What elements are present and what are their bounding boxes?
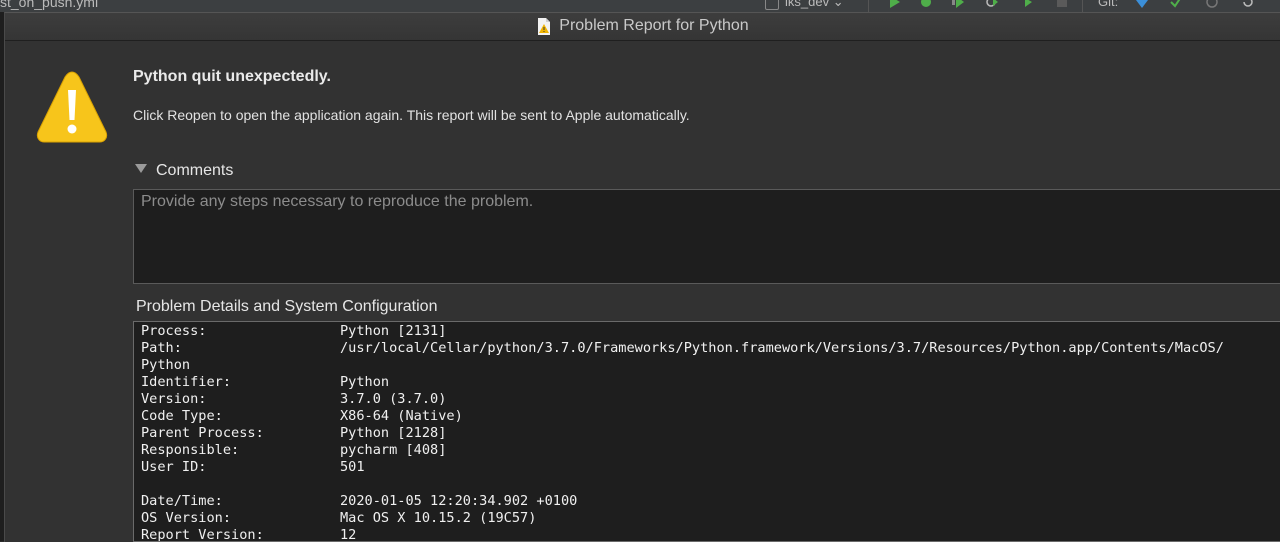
details-line-key: Responsible: (141, 442, 240, 458)
details-line: Process: Python [2131] (141, 323, 1273, 340)
ide-file-tab[interactable]: st_on_push.yml (0, 0, 98, 10)
git-label: Git: (1098, 0, 1119, 9)
warning-triangle-icon (36, 71, 108, 143)
comments-textarea[interactable] (133, 189, 1280, 284)
git-commit-icon[interactable] (1170, 0, 1182, 8)
details-line-key: Parent Process: (141, 425, 264, 441)
details-line-value: Python (340, 374, 390, 390)
details-line-value: /usr/local/Cellar/python/3.7.0/Framework… (340, 340, 1224, 356)
details-line-key: Path: (141, 340, 182, 356)
debug-icon[interactable] (920, 0, 932, 8)
ide-branch-selector[interactable]: iks_dev ⌄ (765, 0, 844, 10)
comments-disclosure-toggle[interactable]: Comments (135, 162, 233, 180)
details-line-key: Identifier: (141, 374, 232, 390)
details-section-label: Problem Details and System Configuration (136, 298, 438, 315)
crash-headline: Python quit unexpectedly. (133, 68, 331, 85)
coverage-icon[interactable] (952, 0, 964, 8)
git-history-icon[interactable] (1206, 0, 1218, 8)
details-line: Path: /usr/local/Cellar/python/3.7.0/Fram… (141, 340, 1273, 357)
details-line-value: 3.7.0 (3.7.0) (340, 391, 447, 407)
details-line-key: Date/Time: (141, 493, 223, 509)
details-line: Code Type: X86-64 (Native) (141, 408, 1273, 425)
details-line (141, 476, 1273, 493)
problem-details-textview[interactable]: Process: Python [2131] Path: /usr/local/Cel… (133, 321, 1280, 542)
details-line: Responsible: pycharm [408] (141, 442, 1273, 459)
details-line: Date/Time: 2020-01-05 12:20:34.902 +0100 (141, 493, 1273, 510)
concurrency-icon[interactable] (1020, 0, 1032, 8)
run-config-icon (765, 0, 779, 10)
details-line-value: 12 (340, 527, 357, 542)
ide-branch-label: iks_dev (785, 0, 830, 9)
details-line-value: 2020-01-05 12:20:34.902 +0100 (340, 493, 578, 509)
details-line-value: Mac OS X 10.15.2 (19C57) (340, 510, 537, 526)
details-line-key: OS Version: (141, 510, 232, 526)
details-line: Python (141, 357, 1273, 374)
details-line: Version: 3.7.0 (3.7.0) (141, 391, 1273, 408)
details-line-value: pycharm [408] (340, 442, 447, 458)
background-ide-toolbar: st_on_push.yml iks_dev ⌄ Git: (0, 0, 1280, 12)
details-line: Parent Process: Python [2128] (141, 425, 1273, 442)
details-line-key: Python (141, 357, 191, 373)
run-icon[interactable] (888, 0, 900, 8)
window-title: Problem Report for Python (559, 17, 749, 34)
details-line-value: Python [2128] (340, 425, 447, 441)
details-line-value: X86-64 (Native) (340, 408, 463, 424)
details-line-key: Report Version: (141, 527, 264, 542)
git-rollback-icon[interactable] (1242, 0, 1254, 8)
details-line-value: Python [2131] (340, 323, 447, 339)
toolbar-divider (1082, 0, 1083, 12)
problem-report-document-icon (538, 17, 551, 35)
details-line: OS Version: Mac OS X 10.15.2 (19C57) (141, 510, 1273, 527)
profile-icon[interactable] (986, 0, 998, 8)
stop-icon[interactable] (1056, 0, 1068, 8)
details-line-key: Version: (141, 391, 207, 407)
details-line-key: Process: (141, 323, 207, 339)
git-update-icon[interactable] (1136, 0, 1148, 8)
details-line: Report Version: 12 (141, 527, 1273, 542)
disclosure-triangle-icon[interactable] (135, 164, 147, 173)
crash-description: Click Reopen to open the application aga… (133, 107, 690, 123)
details-line-key: User ID: (141, 459, 207, 475)
details-line: Identifier: Python (141, 374, 1273, 391)
window-titlebar[interactable]: Problem Report for Python (5, 13, 1280, 41)
details-line-key: Code Type: (141, 408, 223, 424)
comments-label: Comments (156, 162, 234, 179)
details-line: User ID: 501 (141, 459, 1273, 476)
details-line-value: 501 (340, 459, 365, 475)
problem-report-window: Problem Report for Python Python quit un… (4, 12, 1280, 542)
toolbar-divider (868, 0, 869, 12)
